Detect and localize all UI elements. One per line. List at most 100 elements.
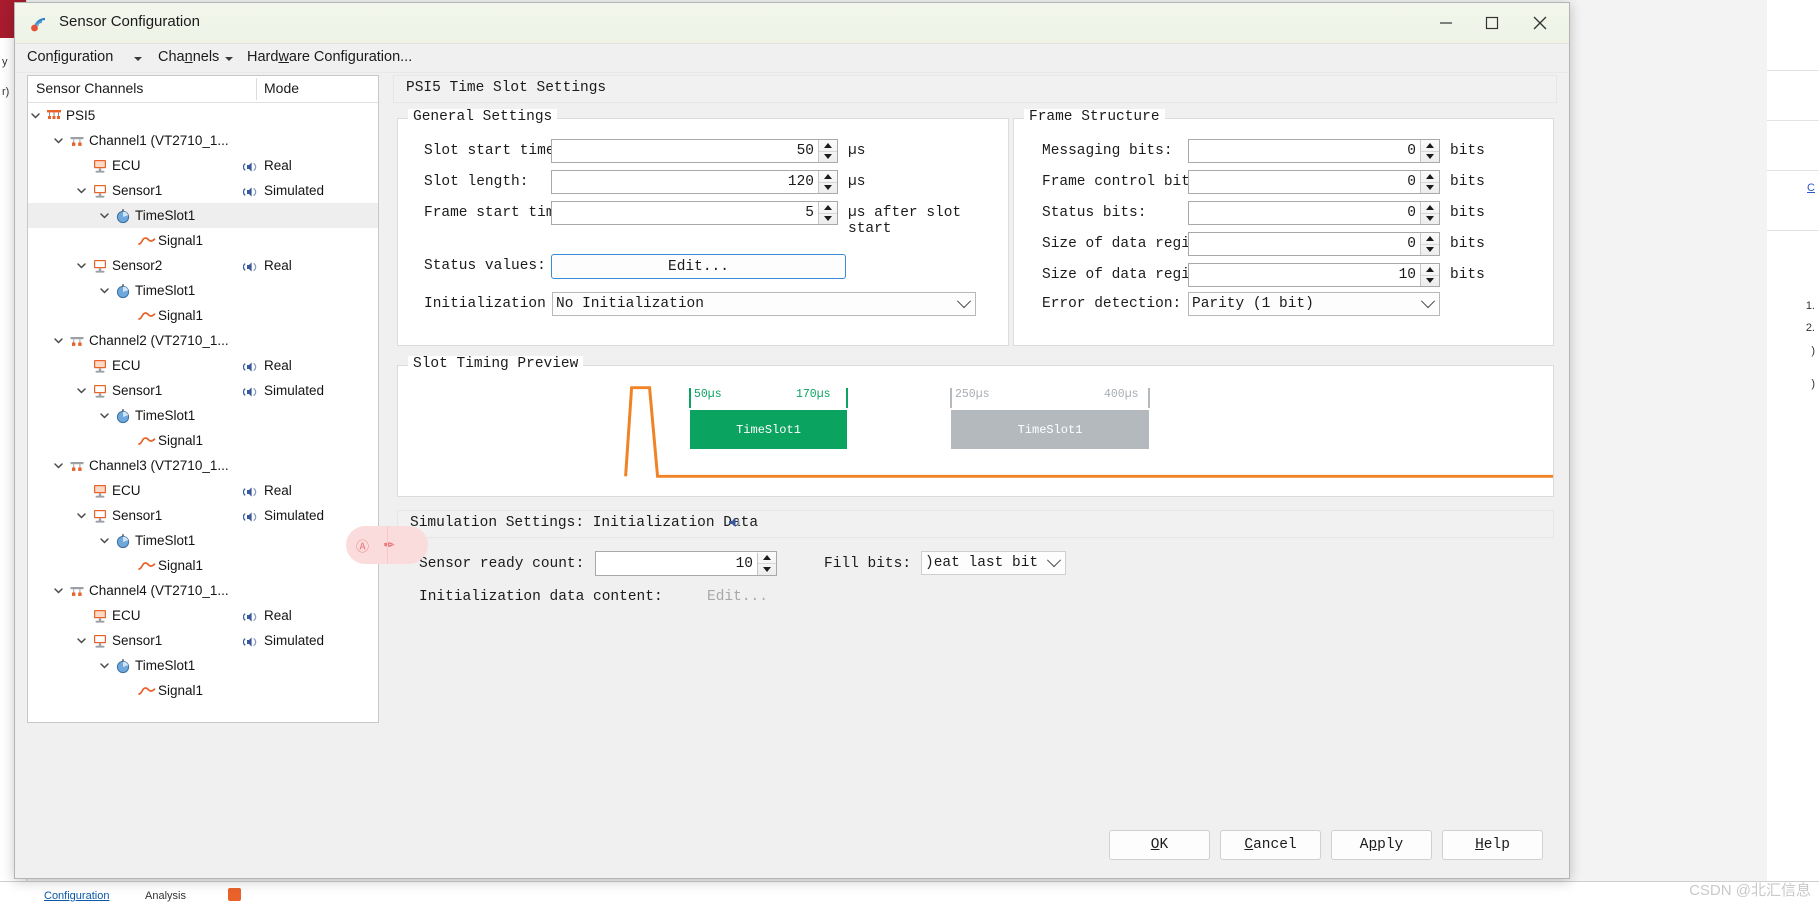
frame-structure-down-icon[interactable] (1421, 152, 1439, 163)
tree-row[interactable]: ECU Real (28, 353, 378, 378)
tree-row[interactable]: TimeSlot1 (28, 653, 378, 678)
tree-row[interactable]: ECU Real (28, 153, 378, 178)
tree-row[interactable]: Channel3 (VT2710_1... (28, 453, 378, 478)
tree-row[interactable]: Sensor1 Simulated (28, 503, 378, 528)
tree-row[interactable]: Channel2 (VT2710_1... (28, 328, 378, 353)
frame-structure-value[interactable]: 0 (1189, 236, 1420, 252)
sensor-ready-count-spinner[interactable]: 10 (595, 551, 777, 576)
sensor-ready-count-down-icon[interactable] (758, 564, 776, 575)
frame-structure-down-icon[interactable] (1421, 214, 1439, 225)
ai-icon[interactable]: Ⓐ (356, 536, 369, 555)
frame-structure-up-icon[interactable] (1421, 264, 1439, 276)
tree-row[interactable]: Sensor2 Real (28, 253, 378, 278)
frame-start-time-down-icon[interactable] (819, 214, 837, 225)
frame-structure-spinner[interactable]: 0 (1188, 201, 1440, 225)
tree-row[interactable]: TimeSlot1 (28, 203, 378, 228)
error-detection-combo[interactable]: Parity (1 bit) (1188, 292, 1440, 316)
tree-row[interactable]: Signal1 (28, 228, 378, 253)
slot-start-time-spinner[interactable]: 50 (551, 139, 838, 163)
active-slot-box[interactable]: TimeSlot1 (690, 410, 847, 449)
tree-expander-chevron-down-icon[interactable] (97, 409, 111, 423)
tree-row[interactable]: Channel4 (VT2710_1... (28, 578, 378, 603)
apply-button[interactable]: Apply (1331, 830, 1432, 860)
tree-expander-chevron-down-icon[interactable] (74, 634, 88, 648)
tree-expander-chevron-down-icon[interactable] (97, 209, 111, 223)
frame-structure-down-icon[interactable] (1421, 276, 1439, 287)
tree-expander-chevron-down-icon[interactable] (28, 109, 42, 123)
menu-channels[interactable]: Channels (154, 48, 223, 66)
tree-expander-chevron-down-icon[interactable] (74, 384, 88, 398)
frame-start-time-up-icon[interactable] (819, 202, 837, 214)
frame-structure-up-icon[interactable] (1421, 171, 1439, 183)
slot-start-time-value[interactable]: 50 (552, 143, 818, 159)
fill-bits-chevron-down-icon[interactable] (1043, 553, 1065, 568)
tree-row[interactable]: Signal1 (28, 678, 378, 703)
sensor-ready-count-up-icon[interactable] (758, 553, 776, 564)
frame-structure-up-icon[interactable] (1421, 202, 1439, 214)
tree-expander-chevron-down-icon[interactable] (74, 259, 88, 273)
pen-icon[interactable]: ✒ (383, 536, 396, 554)
tree-row[interactable]: Sensor1 Simulated (28, 178, 378, 203)
tree-expander-chevron-down-icon[interactable] (51, 134, 65, 148)
frame-structure-value[interactable]: 10 (1189, 267, 1420, 283)
tree-row[interactable]: Signal1 (28, 428, 378, 453)
tree-row[interactable]: Channel1 (VT2710_1... (28, 128, 378, 153)
frame-structure-value[interactable]: 0 (1189, 143, 1420, 159)
inactive-slot-box[interactable]: TimeSlot1 (951, 410, 1149, 449)
slot-start-time-down-icon[interactable] (819, 152, 837, 163)
tree-expander-chevron-down-icon[interactable] (51, 459, 65, 473)
error-detection-chevron-down-icon[interactable] (1417, 294, 1439, 309)
slot-length-value[interactable]: 120 (552, 174, 818, 190)
frame-structure-spinner[interactable]: 0 (1188, 139, 1440, 163)
tree-row[interactable]: Sensor1 Simulated (28, 628, 378, 653)
tree-row[interactable]: TimeSlot1 (28, 403, 378, 428)
minimize-button[interactable] (1423, 3, 1469, 43)
frame-structure-spinner[interactable]: 0 (1188, 232, 1440, 256)
initialization-mode-chevron-down-icon[interactable] (953, 294, 975, 309)
menu-channels-caret-icon[interactable] (225, 57, 233, 61)
frame-structure-value[interactable]: 0 (1189, 205, 1420, 221)
cancel-button[interactable]: Cancel (1220, 830, 1321, 860)
tree-expander-chevron-down-icon[interactable] (97, 534, 111, 548)
frame-structure-up-icon[interactable] (1421, 233, 1439, 245)
fill-bits-combo[interactable]: )eat last bit (921, 551, 1066, 575)
tree-row[interactable]: TimeSlot1 (28, 528, 378, 553)
status-values-edit-button[interactable]: Edit... (551, 254, 846, 279)
tree-expander-chevron-down-icon[interactable] (74, 184, 88, 198)
tree-row[interactable]: PSI5 (28, 103, 378, 128)
slot-length-down-icon[interactable] (819, 183, 837, 194)
frame-structure-spinner[interactable]: 0 (1188, 170, 1440, 194)
slot-start-time-up-icon[interactable] (819, 140, 837, 152)
tree-expander-chevron-down-icon[interactable] (74, 509, 88, 523)
tree-row[interactable]: ECU Real (28, 478, 378, 503)
ok-button[interactable]: OK (1109, 830, 1210, 860)
tree-expander-chevron-down-icon[interactable] (51, 334, 65, 348)
maximize-button[interactable] (1469, 3, 1515, 43)
slot-length-up-icon[interactable] (819, 171, 837, 183)
frame-start-time-value[interactable]: 5 (552, 205, 818, 221)
menu-configuration-caret-icon[interactable] (134, 57, 142, 61)
tree-expander-chevron-down-icon[interactable] (97, 659, 111, 673)
frame-structure-spinner[interactable]: 10 (1188, 263, 1440, 287)
help-button[interactable]: Help (1442, 830, 1543, 860)
slot-length-spinner[interactable]: 120 (551, 170, 838, 194)
tree-row[interactable]: Sensor1 Simulated (28, 378, 378, 403)
frame-structure-up-icon[interactable] (1421, 140, 1439, 152)
tree-expander-chevron-down-icon[interactable] (97, 284, 111, 298)
frame-structure-value[interactable]: 0 (1189, 174, 1420, 190)
sensor-channels-tree[interactable]: Sensor Channels Mode PSI5 Channel1 (VT271… (27, 75, 379, 723)
menu-hardware-configuration[interactable]: Hardware Configuration... (243, 48, 416, 66)
frame-structure-down-icon[interactable] (1421, 245, 1439, 256)
frame-structure-down-icon[interactable] (1421, 183, 1439, 194)
background-tab-analysis[interactable]: Analysis (145, 890, 186, 902)
tree-row[interactable]: TimeSlot1 (28, 278, 378, 303)
background-tab-configuration[interactable]: Configuration (44, 890, 109, 902)
tree-row[interactable]: Signal1 (28, 553, 378, 578)
tree-row[interactable]: ECU Real (28, 603, 378, 628)
close-button[interactable] (1517, 3, 1563, 43)
sensor-ready-count-value[interactable]: 10 (596, 556, 757, 572)
menu-configuration[interactable]: Configuration (23, 48, 117, 66)
initialization-mode-combo[interactable]: No Initialization (552, 292, 976, 316)
frame-start-time-spinner[interactable]: 5 (551, 201, 838, 225)
tree-expander-chevron-down-icon[interactable] (51, 584, 65, 598)
